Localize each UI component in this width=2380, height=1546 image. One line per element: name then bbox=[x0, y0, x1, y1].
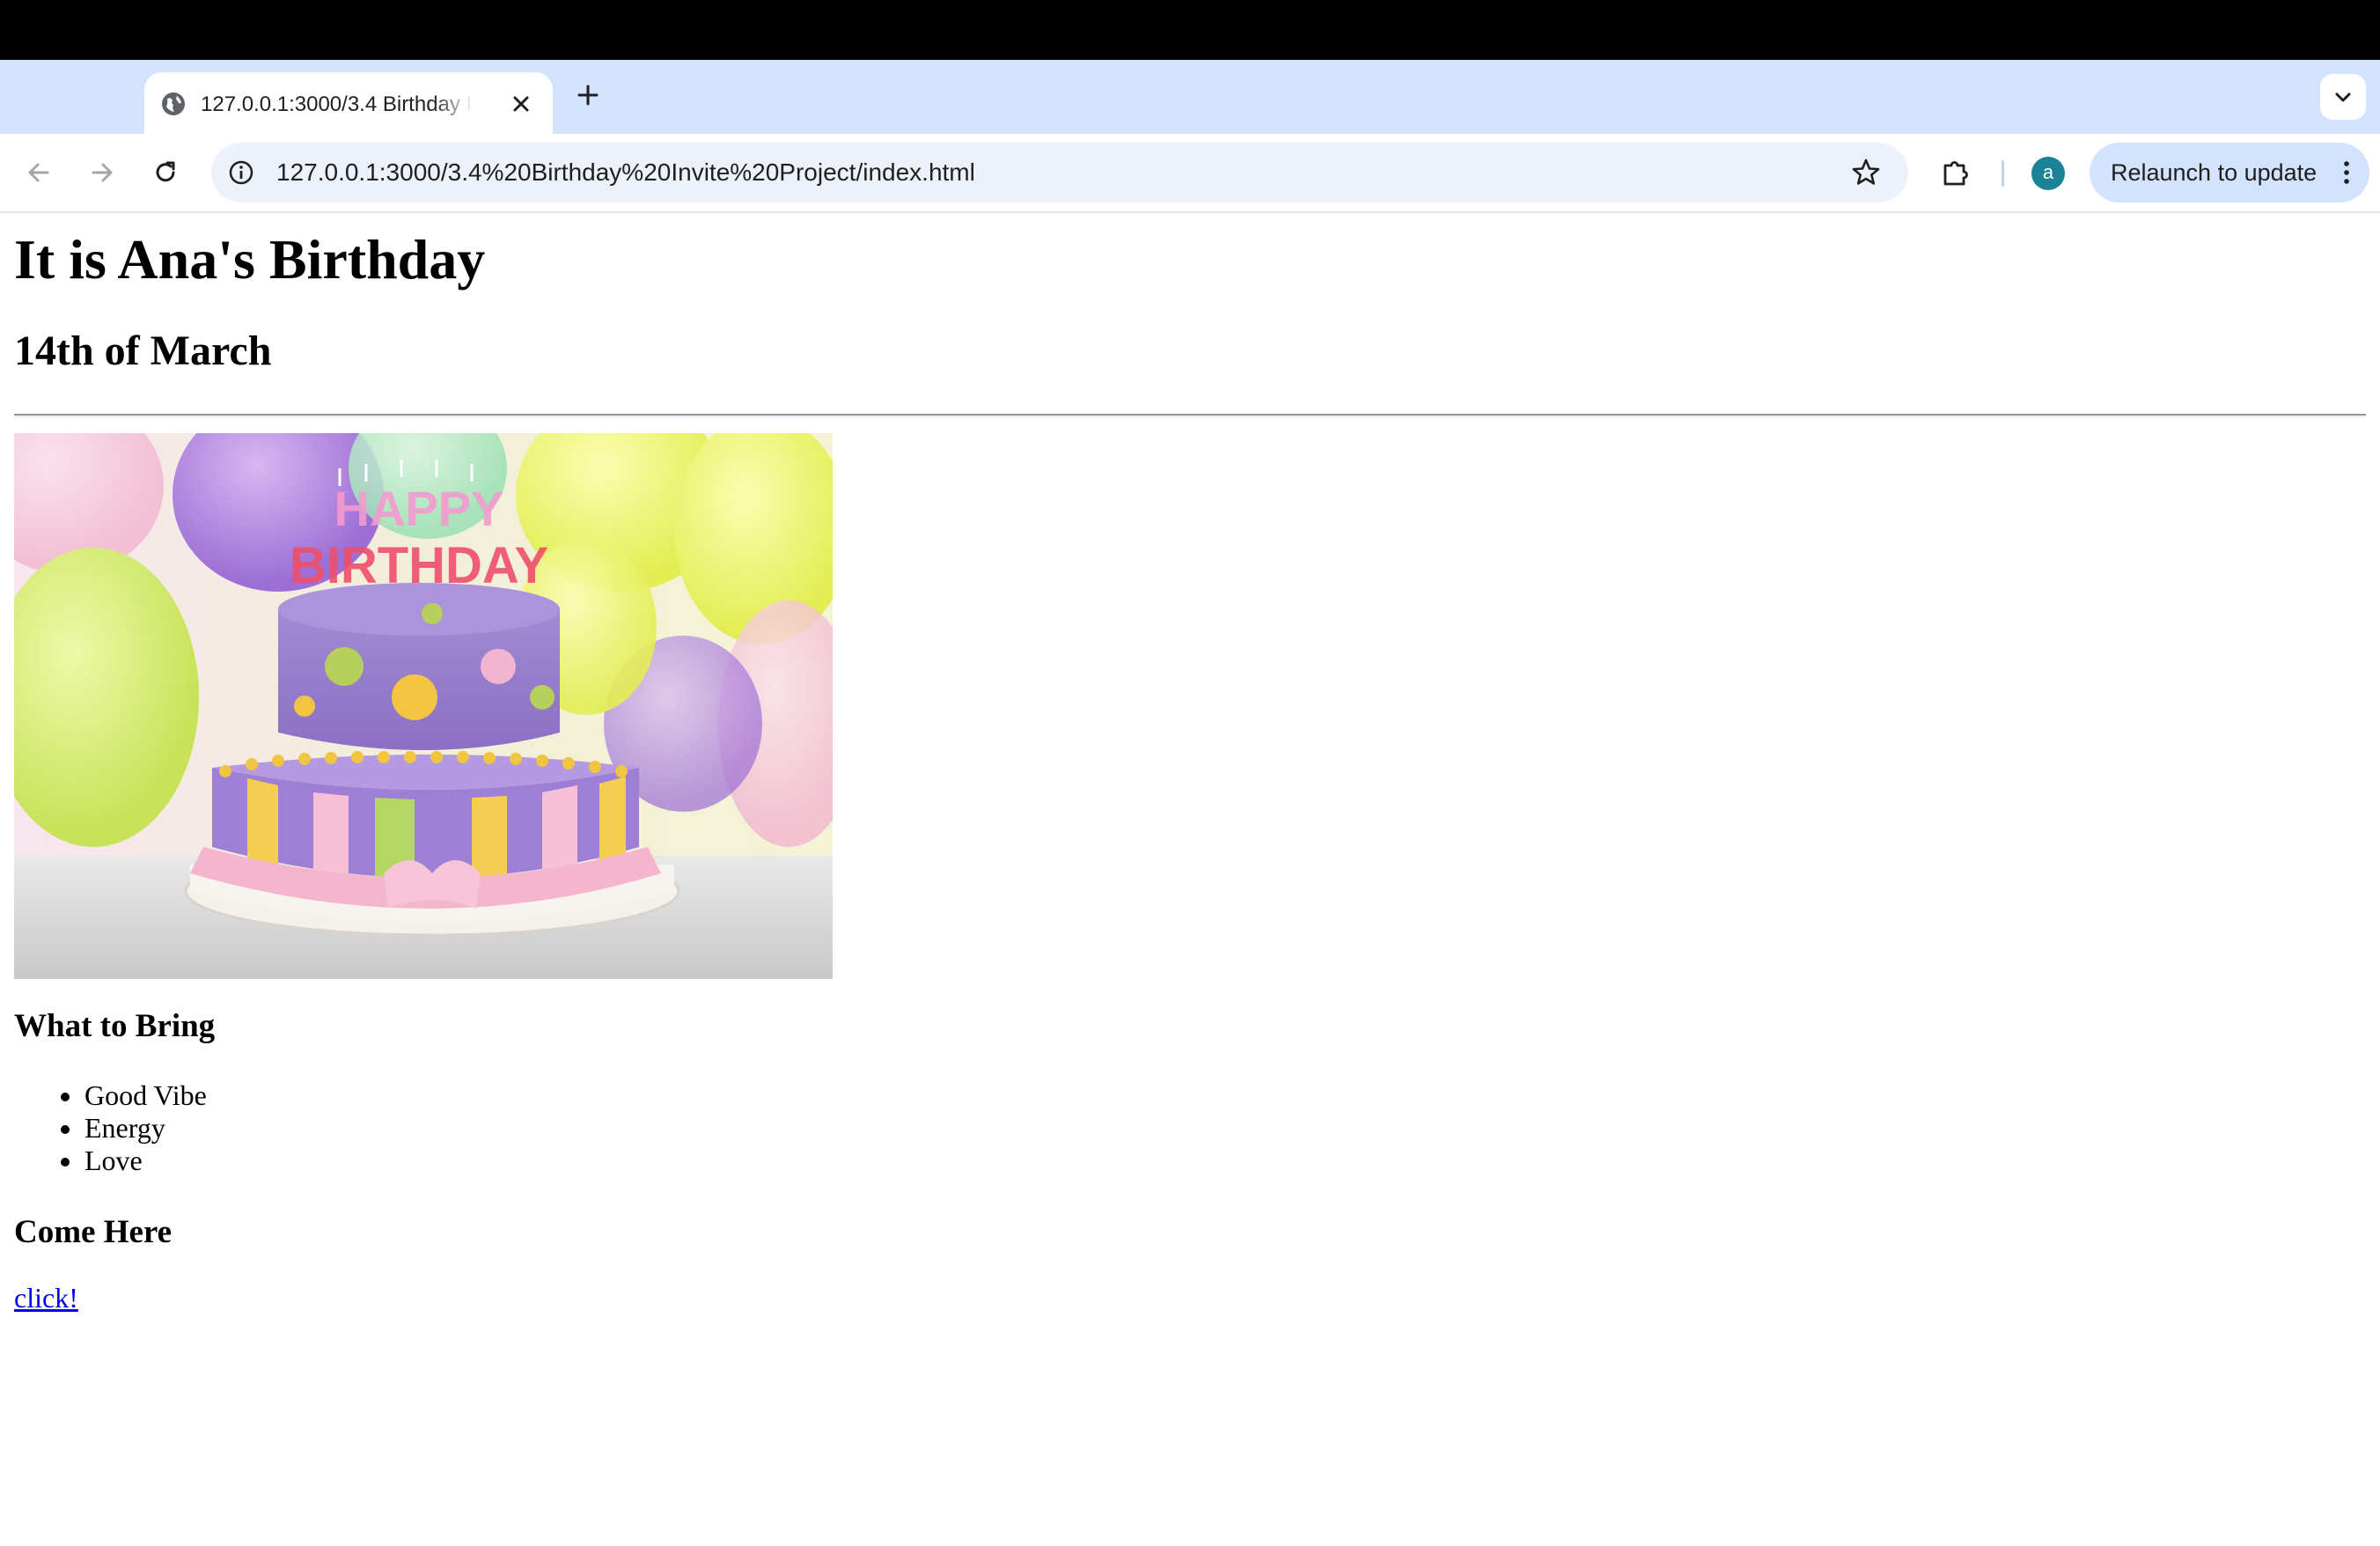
close-icon[interactable] bbox=[505, 88, 537, 120]
avatar[interactable]: a bbox=[2031, 157, 2065, 190]
kebab-menu-icon[interactable] bbox=[2329, 155, 2364, 190]
browser-toolbar: 127.0.0.1:3000/3.4%20Birthday%20Invite%2… bbox=[0, 134, 2380, 213]
event-date: 14th of March bbox=[14, 328, 272, 374]
tab-title: 127.0.0.1:3000/3.4 Birthday Invite Proje… bbox=[201, 92, 474, 116]
list-item-label: Good Vibe bbox=[84, 1079, 207, 1111]
os-top-bar bbox=[0, 0, 2380, 60]
puzzle-icon[interactable] bbox=[1938, 155, 1973, 190]
tab-strip: 127.0.0.1:3000/3.4 Birthday Invite Proje… bbox=[0, 60, 2380, 134]
arrow-right-icon[interactable] bbox=[84, 155, 120, 190]
bring-list: Good Vibe Energy Love bbox=[0, 1079, 207, 1177]
reload-icon[interactable] bbox=[148, 155, 183, 190]
plus-icon[interactable] bbox=[570, 77, 606, 113]
horizontal-rule bbox=[14, 414, 2366, 417]
page-content: It is Ana's Birthday 14th of March HAPPY… bbox=[0, 213, 2380, 1546]
list-item: Love bbox=[0, 1145, 207, 1177]
toolbar-divider bbox=[2002, 160, 2004, 187]
info-icon[interactable] bbox=[225, 157, 257, 188]
globe-icon bbox=[162, 92, 185, 115]
star-icon[interactable] bbox=[1848, 155, 1884, 190]
page-title: It is Ana's Birthday bbox=[14, 228, 486, 291]
address-bar[interactable]: 127.0.0.1:3000/3.4%20Birthday%20Invite%2… bbox=[211, 143, 1908, 202]
list-item-label: Energy bbox=[84, 1112, 165, 1144]
bullet-icon bbox=[61, 1093, 70, 1101]
bring-heading: What to Bring bbox=[14, 1008, 216, 1044]
click-link[interactable]: click! bbox=[14, 1280, 78, 1315]
relaunch-button[interactable]: Relaunch to update bbox=[2090, 143, 2369, 202]
candle-text-birthday: BIRTHDAY bbox=[290, 537, 548, 594]
birthday-cake-image: HAPPY BIRTHDAY bbox=[14, 433, 833, 979]
list-item-label: Love bbox=[84, 1145, 143, 1176]
browser-tab[interactable]: 127.0.0.1:3000/3.4 Birthday Invite Proje… bbox=[144, 72, 553, 134]
bullet-icon bbox=[61, 1158, 70, 1167]
come-heading: Come Here bbox=[14, 1214, 173, 1250]
candle-text-happy: HAPPY bbox=[334, 481, 504, 536]
arrow-left-icon[interactable] bbox=[21, 155, 56, 190]
tab-search-button[interactable] bbox=[2320, 74, 2366, 120]
list-item: Good Vibe bbox=[0, 1079, 207, 1112]
list-item: Energy bbox=[0, 1112, 207, 1145]
chevron-down-icon bbox=[2335, 92, 2351, 102]
url-text[interactable]: 127.0.0.1:3000/3.4%20Birthday%20Invite%2… bbox=[276, 155, 975, 190]
bullet-icon bbox=[61, 1125, 70, 1134]
relaunch-label: Relaunch to update bbox=[2111, 159, 2318, 186]
